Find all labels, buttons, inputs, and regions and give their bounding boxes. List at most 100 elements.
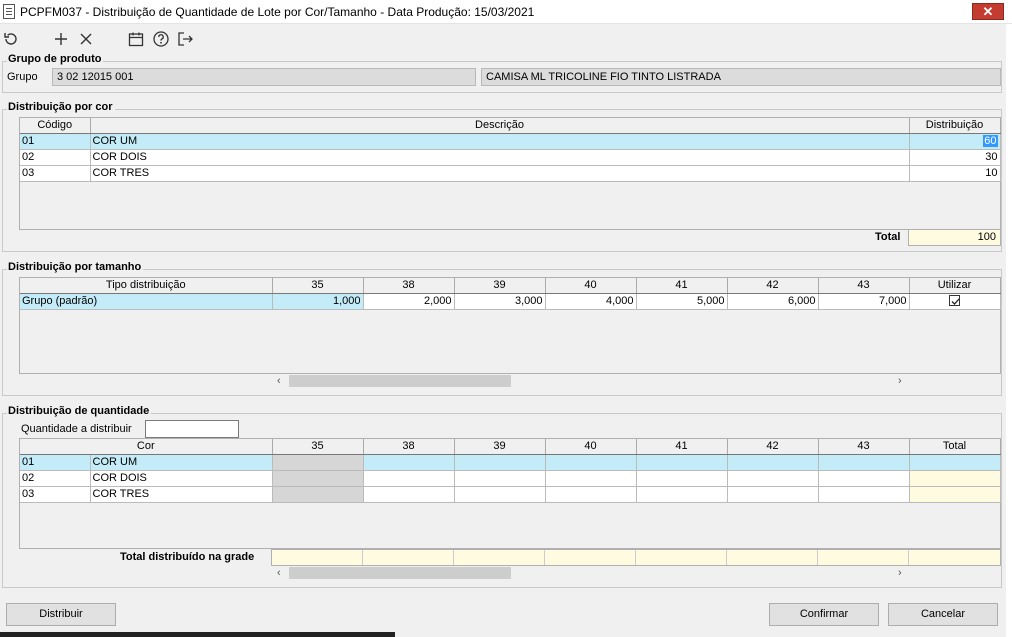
total-size-35 — [272, 550, 363, 565]
col-header-43[interactable]: 43 — [818, 439, 910, 455]
cell-size-39[interactable] — [454, 486, 546, 503]
cell-size-39[interactable] — [454, 454, 546, 471]
scroll-thumb[interactable] — [289, 567, 511, 579]
scroll-right-icon[interactable]: › — [898, 566, 902, 580]
cell-size-40[interactable] — [545, 454, 637, 471]
col-header-42[interactable]: 42 — [727, 439, 819, 455]
grupo-description-field[interactable]: CAMISA ML TRICOLINE FIO TINTO LISTRADA — [481, 68, 1001, 86]
cell-size-42[interactable]: 6,000 — [727, 293, 819, 310]
col-header-39[interactable]: 39 — [454, 278, 546, 294]
cell-size-35[interactable] — [272, 486, 364, 503]
cell-cor[interactable]: COR UM — [90, 454, 273, 471]
scroll-left-icon[interactable]: ‹ — [277, 374, 281, 388]
cell-descricao[interactable]: COR UM — [90, 133, 910, 150]
refresh-icon[interactable] — [2, 30, 20, 48]
cell-size-38[interactable]: 2,000 — [363, 293, 455, 310]
exit-icon[interactable] — [176, 30, 194, 48]
confirmar-button[interactable]: Confirmar — [769, 603, 879, 626]
table-row[interactable]: 02 COR DOIS — [20, 470, 1001, 487]
col-header-40[interactable]: 40 — [545, 278, 637, 294]
cell-size-42[interactable] — [727, 454, 819, 471]
cell-codigo[interactable]: 02 — [20, 149, 91, 166]
cell-size-43[interactable]: 7,000 — [818, 293, 910, 310]
help-icon[interactable] — [152, 30, 170, 48]
table-row[interactable]: Grupo (padrão) 1,000 2,000 3,000 4,000 5… — [20, 293, 1001, 310]
cell-codigo[interactable]: 01 — [20, 133, 91, 150]
cor-section: Distribuição por cor Código Descrição Di… — [2, 101, 1002, 252]
col-header-codigo[interactable]: Código — [20, 118, 91, 134]
col-header-total[interactable]: Total — [909, 439, 1001, 455]
col-header-tipo[interactable]: Tipo distribuição — [20, 278, 273, 294]
col-header-41[interactable]: 41 — [636, 278, 728, 294]
col-header-42[interactable]: 42 — [727, 278, 819, 294]
cell-size-38[interactable] — [363, 454, 455, 471]
cell-row-total — [909, 486, 1001, 503]
cell-distribuicao[interactable]: 60 — [909, 133, 1001, 150]
table-row[interactable]: 01 COR UM — [20, 454, 1001, 471]
cell-codigo[interactable]: 01 — [20, 454, 91, 471]
cell-codigo[interactable]: 03 — [20, 165, 91, 182]
scroll-left-icon[interactable]: ‹ — [277, 566, 281, 580]
col-header-distribuicao[interactable]: Distribuição — [909, 118, 1001, 134]
cell-size-43[interactable] — [818, 454, 910, 471]
col-header-cor[interactable]: Cor — [20, 439, 273, 455]
cell-size-35[interactable]: 1,000 — [272, 293, 364, 310]
table-row[interactable]: 01 COR UM 60 — [20, 133, 1001, 150]
cell-size-42[interactable] — [727, 486, 819, 503]
close-x-icon[interactable] — [77, 30, 95, 48]
utilizar-checkbox[interactable] — [949, 295, 960, 306]
cell-size-43[interactable] — [818, 486, 910, 503]
cell-size-35[interactable] — [272, 454, 364, 471]
cell-utilizar[interactable] — [909, 293, 1001, 310]
cell-tipo[interactable]: Grupo (padrão) — [20, 293, 273, 310]
cell-descricao[interactable]: COR TRES — [90, 165, 910, 182]
grupo-code-field[interactable]: 3 02 12015 001 — [52, 68, 476, 86]
cell-distribuicao[interactable]: 30 — [909, 149, 1001, 166]
cell-size-40[interactable] — [545, 486, 637, 503]
cell-descricao[interactable]: COR DOIS — [90, 149, 910, 166]
scroll-thumb[interactable] — [289, 375, 511, 387]
cell-size-39[interactable] — [454, 470, 546, 487]
close-window-button[interactable]: ✕ — [972, 3, 1004, 20]
cell-size-41[interactable] — [636, 454, 728, 471]
cell-size-38[interactable] — [363, 470, 455, 487]
distribuicao-value-selected[interactable]: 60 — [983, 135, 998, 147]
col-header-35[interactable]: 35 — [272, 278, 364, 294]
col-header-39[interactable]: 39 — [454, 439, 546, 455]
quantidade-input[interactable] — [145, 420, 239, 438]
col-header-41[interactable]: 41 — [636, 439, 728, 455]
col-header-43[interactable]: 43 — [818, 278, 910, 294]
cell-size-40[interactable]: 4,000 — [545, 293, 637, 310]
cell-size-42[interactable] — [727, 470, 819, 487]
table-row[interactable]: 03 COR TRES — [20, 486, 1001, 503]
cell-size-41[interactable] — [636, 486, 728, 503]
quantidade-hscroll[interactable]: ‹ › — [273, 566, 913, 580]
table-row[interactable]: 03 COR TRES 10 — [20, 165, 1001, 182]
cancelar-button[interactable]: Cancelar — [888, 603, 998, 626]
calendar-icon[interactable] — [127, 30, 145, 48]
scroll-right-icon[interactable]: › — [898, 374, 902, 388]
distribuir-button[interactable]: Distribuir — [6, 603, 116, 626]
tamanho-hscroll[interactable]: ‹ › — [273, 374, 913, 388]
col-header-40[interactable]: 40 — [545, 439, 637, 455]
cell-size-35[interactable] — [272, 470, 364, 487]
col-header-35[interactable]: 35 — [272, 439, 364, 455]
table-row[interactable]: 02 COR DOIS 30 — [20, 149, 1001, 166]
col-header-38[interactable]: 38 — [363, 439, 455, 455]
cell-cor[interactable]: COR DOIS — [90, 470, 273, 487]
cell-cor[interactable]: COR TRES — [90, 486, 273, 503]
col-header-descricao[interactable]: Descrição — [90, 118, 910, 134]
cell-size-43[interactable] — [818, 470, 910, 487]
cell-size-40[interactable] — [545, 470, 637, 487]
cell-distribuicao[interactable]: 10 — [909, 165, 1001, 182]
plus-icon[interactable] — [52, 30, 70, 48]
col-header-utilizar[interactable]: Utilizar — [909, 278, 1001, 294]
col-header-38[interactable]: 38 — [363, 278, 455, 294]
cell-size-41[interactable] — [636, 470, 728, 487]
cell-size-39[interactable]: 3,000 — [454, 293, 546, 310]
total-size-38 — [363, 550, 454, 565]
cell-size-38[interactable] — [363, 486, 455, 503]
cell-codigo[interactable]: 03 — [20, 486, 91, 503]
cell-size-41[interactable]: 5,000 — [636, 293, 728, 310]
cell-codigo[interactable]: 02 — [20, 470, 91, 487]
